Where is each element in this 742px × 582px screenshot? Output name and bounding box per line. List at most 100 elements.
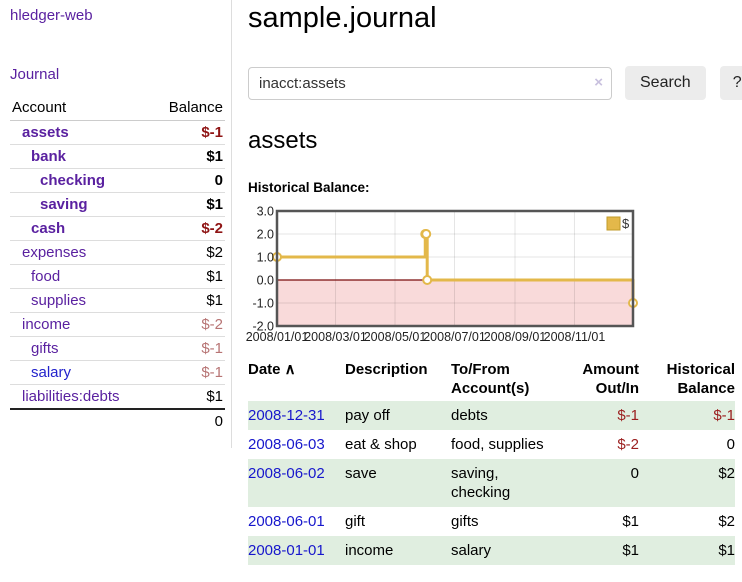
column-header-accounts: To/From Account(s) xyxy=(451,357,555,401)
svg-text:0.0: 0.0 xyxy=(257,274,274,288)
account-row: gifts $-1 xyxy=(10,337,225,361)
total-balance: 0 xyxy=(151,409,225,433)
balance-column-header: Balance xyxy=(151,96,225,121)
account-row: saving $1 xyxy=(10,193,225,217)
account-link-assets[interactable]: assets xyxy=(22,124,69,141)
transaction-row: 2008-06-01giftgifts$1$2 xyxy=(248,507,735,536)
account-balance: $-1 xyxy=(151,337,225,361)
transaction-accounts: salary xyxy=(451,536,555,565)
account-link-bank[interactable]: bank xyxy=(31,148,66,165)
transaction-date: 2008-06-01 xyxy=(248,507,345,536)
date-link[interactable]: 2008-06-03 xyxy=(248,436,325,453)
account-link-income[interactable]: income xyxy=(22,316,70,333)
svg-text:2008/11/01: 2008/11/01 xyxy=(544,330,606,344)
transaction-date: 2008-06-03 xyxy=(248,430,345,459)
transaction-balance: $1 xyxy=(639,536,735,565)
account-link-salary[interactable]: salary xyxy=(31,364,71,381)
account-column-header: Account xyxy=(10,96,151,121)
app-title: hledger-web xyxy=(10,7,225,24)
accounts-table: Account Balance assets $-1 bank $1 checking 0… xyxy=(10,96,225,433)
account-balance: 0 xyxy=(151,169,225,193)
transaction-description: pay off xyxy=(345,401,451,430)
column-header-date[interactable]: Date ∧ xyxy=(248,357,345,401)
column-header-description: Description xyxy=(345,357,451,401)
search-input[interactable] xyxy=(248,67,612,100)
accounts-total-row: 0 xyxy=(10,409,225,433)
transaction-accounts: food, supplies xyxy=(451,430,555,459)
transaction-date: 2008-01-01 xyxy=(248,536,345,565)
account-link-supplies[interactable]: supplies xyxy=(31,292,86,309)
account-link-food[interactable]: food xyxy=(31,268,60,285)
account-row: assets $-1 xyxy=(10,121,225,145)
account-row: checking 0 xyxy=(10,169,225,193)
transactions-table: Date ∧DescriptionTo/From Account(s)Amoun… xyxy=(248,357,735,565)
svg-text:2008/01/01: 2008/01/01 xyxy=(246,330,309,344)
transaction-accounts: saving, checking xyxy=(451,459,555,507)
search-button[interactable]: Search xyxy=(625,66,706,100)
sort-ascending-icon: ∧ xyxy=(281,361,296,378)
account-row: salary $-1 xyxy=(10,361,225,385)
date-link[interactable]: 2008-06-02 xyxy=(248,465,325,482)
transaction-row: 2008-06-02savesaving, checking0$2 xyxy=(248,459,735,507)
svg-text:2008/03/01: 2008/03/01 xyxy=(304,330,367,344)
transaction-date: 2008-12-31 xyxy=(248,401,345,430)
account-balance: $1 xyxy=(151,289,225,313)
help-button[interactable]: ? xyxy=(720,66,742,100)
account-link-expenses[interactable]: expenses xyxy=(22,244,86,261)
app-title-link[interactable]: hledger-web xyxy=(10,7,93,24)
svg-text:1.0: 1.0 xyxy=(257,251,274,265)
account-link-gifts[interactable]: gifts xyxy=(31,340,59,357)
account-balance: $1 xyxy=(151,145,225,169)
transactions-header-row: Date ∧DescriptionTo/From Account(s)Amoun… xyxy=(248,357,735,401)
transactions-table-body: 2008-12-31pay offdebts$-1$-12008-06-03ea… xyxy=(248,401,735,565)
account-link-liabilities-debts[interactable]: liabilities:debts xyxy=(22,388,120,405)
transaction-amount: $-2 xyxy=(555,430,639,459)
historical-balance-label: Historical Balance: xyxy=(248,180,742,195)
transaction-description: eat & shop xyxy=(345,430,451,459)
account-balance: $1 xyxy=(151,193,225,217)
svg-text:2008/09/01: 2008/09/01 xyxy=(484,330,547,344)
transaction-amount: $1 xyxy=(555,507,639,536)
account-link-saving[interactable]: saving xyxy=(40,196,88,213)
accounts-header-row: Account Balance xyxy=(10,96,225,121)
transaction-row: 2008-12-31pay offdebts$-1$-1 xyxy=(248,401,735,430)
account-balance: $1 xyxy=(151,265,225,289)
transaction-date: 2008-06-02 xyxy=(248,459,345,507)
sidebar: hledger-web Journal Account Balance asse… xyxy=(0,0,232,448)
transaction-description: gift xyxy=(345,507,451,536)
account-balance: $-1 xyxy=(151,361,225,385)
transaction-balance: $2 xyxy=(639,507,735,536)
account-balance: $1 xyxy=(151,385,225,410)
date-link[interactable]: 2008-06-01 xyxy=(248,513,325,530)
date-link[interactable]: 2008-01-01 xyxy=(248,542,325,559)
transaction-balance: 0 xyxy=(639,430,735,459)
svg-text:2008/05/01: 2008/05/01 xyxy=(364,330,427,344)
account-row: liabilities:debts $1 xyxy=(10,385,225,410)
account-link-checking[interactable]: checking xyxy=(40,172,105,189)
transaction-amount: 0 xyxy=(555,459,639,507)
account-title: assets xyxy=(248,127,742,155)
transaction-amount: $-1 xyxy=(555,401,639,430)
main-content: sample.journal × Search ? assets Histori… xyxy=(232,0,742,582)
transaction-row: 2008-01-01incomesalary$1$1 xyxy=(248,536,735,565)
account-row: food $1 xyxy=(10,265,225,289)
clear-search-icon[interactable]: × xyxy=(594,75,603,91)
account-balance: $-2 xyxy=(151,313,225,337)
sidebar-item-journal[interactable]: Journal xyxy=(10,66,59,83)
account-row: expenses$2 xyxy=(10,241,225,265)
account-row: income $-2 xyxy=(10,313,225,337)
balance-chart: $3.02.01.00.0-1.0-2.02008/01/012008/03/0… xyxy=(244,203,644,347)
transaction-row: 2008-06-03 eat & shopfood, supplies$-20 xyxy=(248,430,735,459)
svg-text:2008/07/01: 2008/07/01 xyxy=(423,330,486,344)
column-header-balance: Historical Balance xyxy=(639,357,735,401)
svg-text:2.0: 2.0 xyxy=(257,228,274,242)
date-link[interactable]: 2008-12-31 xyxy=(248,407,325,424)
search-row: × Search ? xyxy=(248,66,742,100)
account-balance: $-1 xyxy=(151,121,225,145)
account-row: bank $1 xyxy=(10,145,225,169)
account-link-cash[interactable]: cash xyxy=(31,220,65,237)
page-title: sample.journal xyxy=(248,2,742,35)
accounts-table-body: assets$-1bank$1checking0saving$1cash$-2e… xyxy=(10,121,225,410)
account-balance: $-2 xyxy=(151,217,225,241)
transaction-accounts: debts xyxy=(451,401,555,430)
